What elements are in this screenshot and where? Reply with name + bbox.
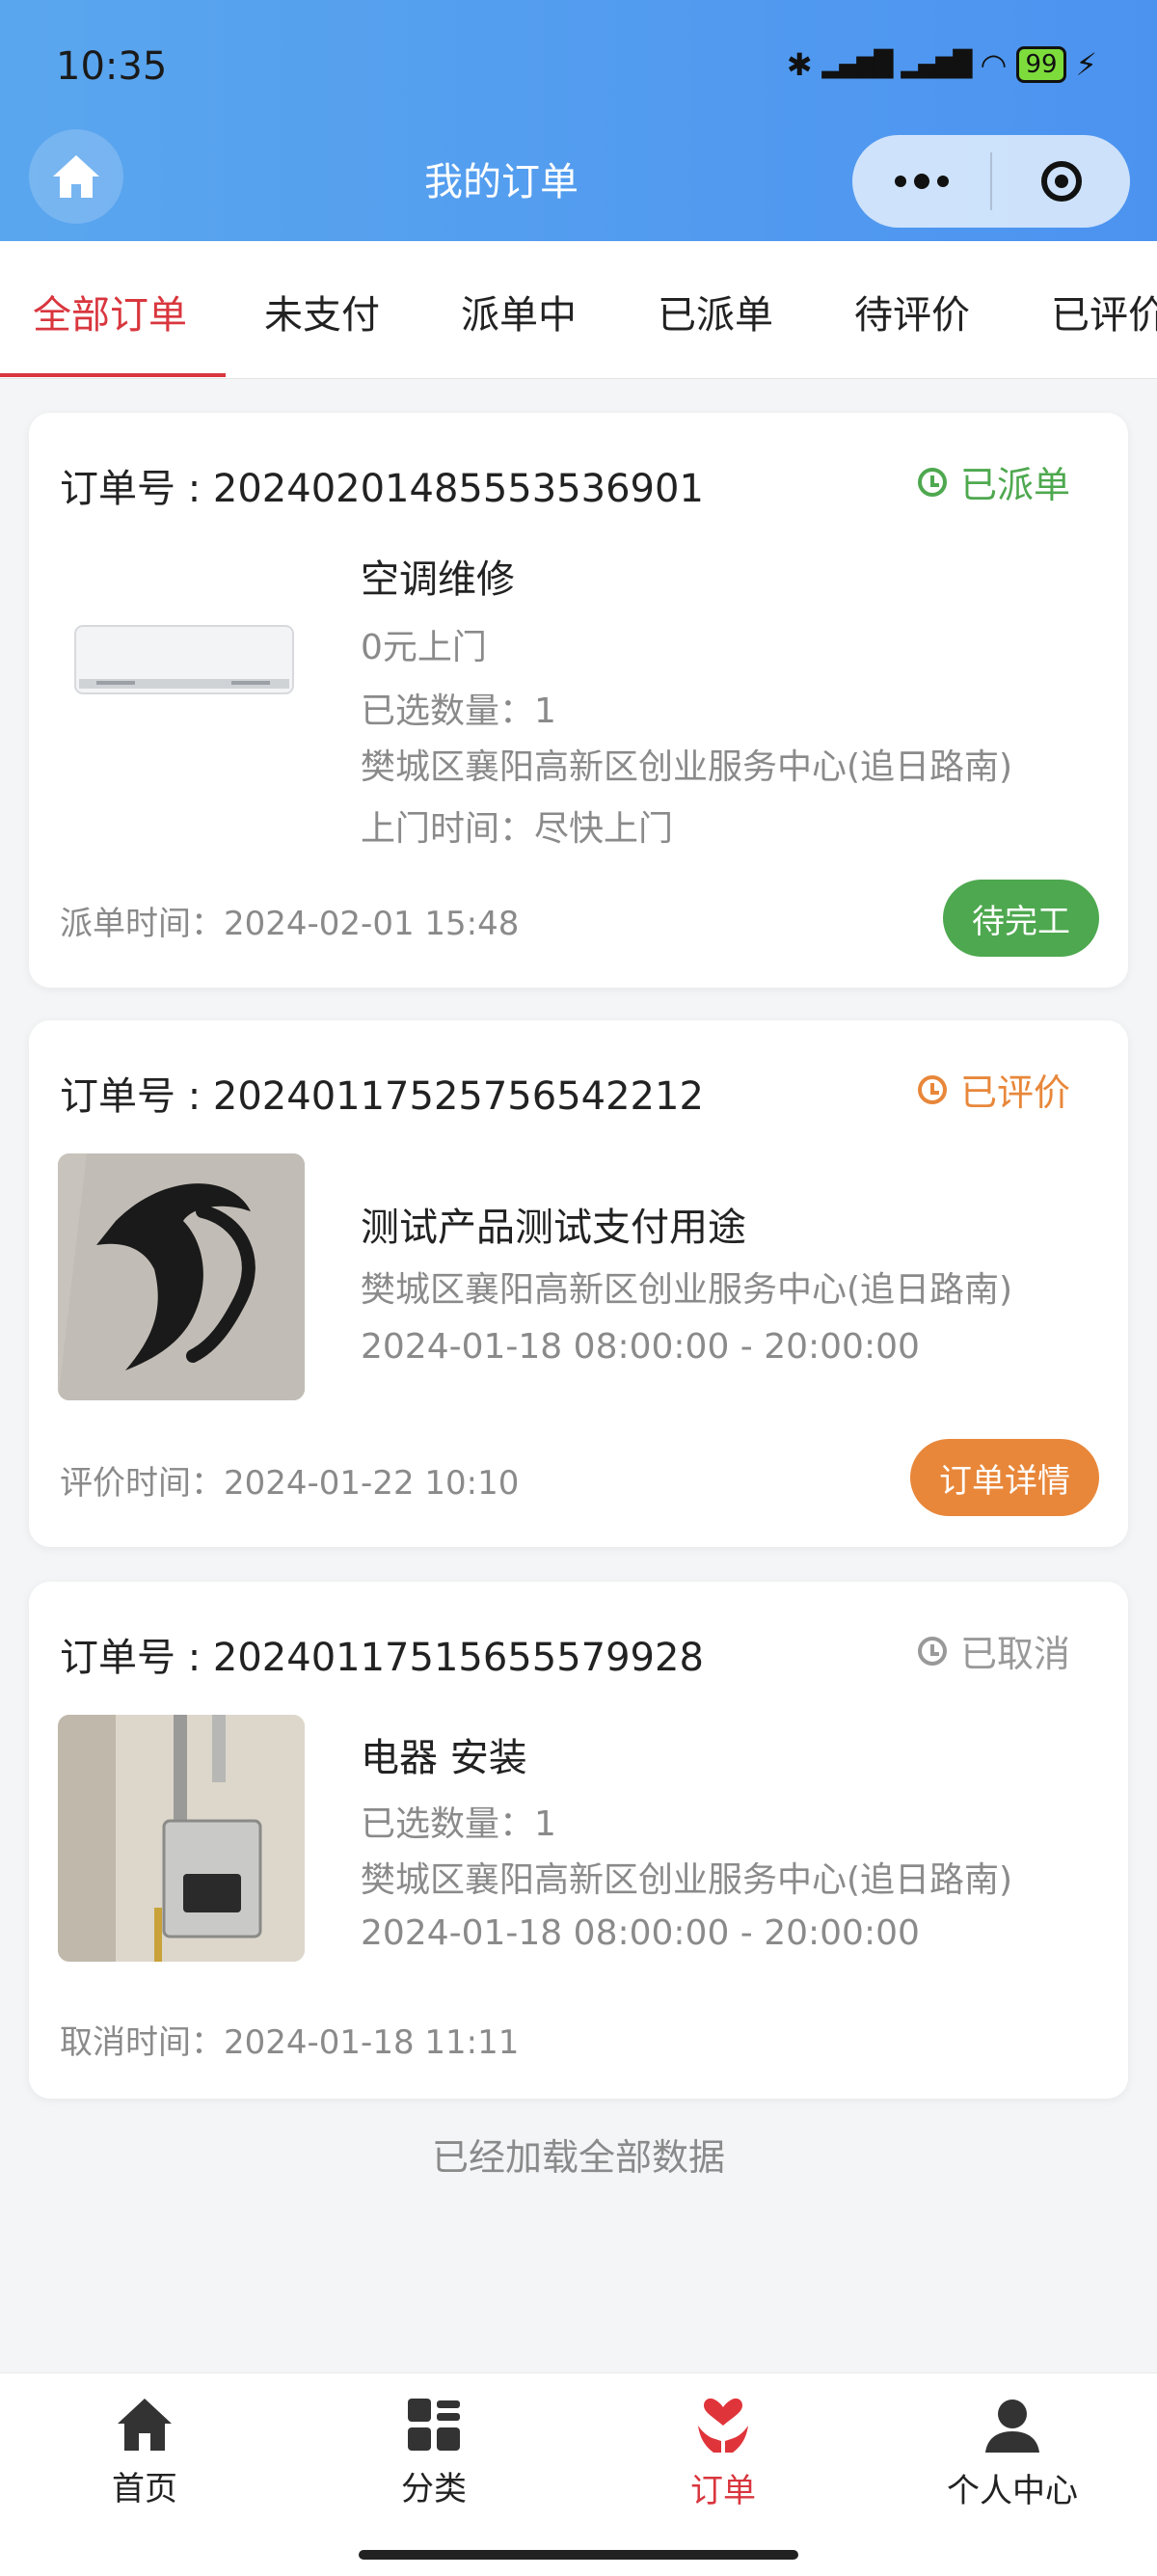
- water-heater-image: [58, 1715, 305, 1962]
- bottom-tab-bar: 首页 分类 订单 个人中心: [0, 2373, 1157, 2576]
- grid-icon: [408, 2399, 460, 2451]
- pending-completion-button[interactable]: 待完工: [943, 880, 1099, 957]
- bottom-tab-home[interactable]: 首页: [0, 2397, 289, 2509]
- product-image: [58, 525, 305, 772]
- bottom-tab-category[interactable]: 分类: [289, 2397, 578, 2509]
- product-title: 电器 安装: [361, 1736, 527, 1780]
- home-indicator: [359, 2550, 798, 2560]
- clock-icon: [917, 467, 947, 497]
- more-dots-icon: [894, 174, 949, 189]
- order-card[interactable]: 订单号 : 20240201485553536901 已派单 空调维修 0元上门…: [29, 413, 1128, 988]
- header: 10:35 ✱ ▂▄▆█ ▂▄▆█ ◠ 99 ⚡ 我的订单: [0, 0, 1157, 241]
- bottom-tab-label: 订单: [690, 2472, 756, 2510]
- bottom-tab-label: 分类: [401, 2470, 467, 2508]
- heart-hands-icon: [698, 2398, 748, 2453]
- tab-dispatching[interactable]: 派单中: [461, 284, 577, 339]
- close-target-icon: [1040, 161, 1082, 202]
- service-time-range: 2024-01-18 08:00:00 - 20:00:00: [361, 1327, 920, 1367]
- cancel-time: 取消时间：2024-01-18 11:11: [60, 2023, 520, 2062]
- tab-unpaid[interactable]: 未支付: [264, 284, 380, 339]
- service-address: 樊城区襄阳高新区创业服务中心(追日路南): [361, 747, 1013, 787]
- wifi-icon: ◠: [980, 46, 1008, 83]
- order-status: 已评价: [917, 1063, 1070, 1116]
- service-address: 樊城区襄阳高新区创业服务中心(追日路南): [361, 1270, 1013, 1310]
- order-tabs: 全部订单 未支付 派单中 已派单 待评价 已评价: [0, 241, 1157, 379]
- tab-all-orders[interactable]: 全部订单: [33, 284, 187, 339]
- service-time-range: 2024-01-18 08:00:00 - 20:00:00: [361, 1913, 920, 1953]
- visit-time: 上门时间：尽快上门: [361, 809, 674, 849]
- clock-icon: [917, 1074, 947, 1104]
- status-time: 10:35: [56, 44, 168, 89]
- battery-level: 99: [1016, 46, 1066, 83]
- bottom-tab-label: 首页: [112, 2470, 177, 2508]
- more-button[interactable]: [852, 135, 990, 228]
- service-address: 樊城区襄阳高新区创业服务中心(追日路南): [361, 1860, 1013, 1900]
- order-number: 订单号 : 20240117515655579928: [60, 1636, 704, 1680]
- review-time: 评价时间：2024-01-22 10:10: [60, 1464, 520, 1503]
- product-image: [58, 1715, 305, 1962]
- product-title: 测试产品测试支付用途: [361, 1206, 746, 1250]
- selected-quantity: 已选数量：1: [361, 691, 556, 731]
- order-number: 订单号 : 20240117525756542212: [60, 1074, 704, 1119]
- product-title: 空调维修: [361, 557, 515, 602]
- selected-quantity: 已选数量：1: [361, 1804, 556, 1844]
- order-card[interactable]: 订单号 : 20240117525756542212 已评价 测试产品测试支付用…: [29, 1020, 1128, 1547]
- product-image: [58, 1153, 305, 1400]
- bottom-tab-orders[interactable]: 订单: [578, 2397, 868, 2511]
- clock-icon: [917, 1636, 947, 1666]
- close-button[interactable]: [992, 135, 1130, 228]
- signal-icon: ▂▄▆█: [821, 50, 894, 79]
- dispatch-time: 派单时间：2024-02-01 15:48: [60, 905, 520, 943]
- air-conditioner-image: [74, 625, 294, 694]
- signal-icon-2: ▂▄▆█: [901, 50, 973, 79]
- bluetooth-icon: ✱: [786, 46, 813, 83]
- bird-logo-image: [58, 1153, 305, 1400]
- order-detail-button[interactable]: 订单详情: [910, 1439, 1099, 1516]
- tab-pending-review[interactable]: 待评价: [854, 284, 970, 339]
- home-icon: [118, 2399, 172, 2451]
- charging-icon: ⚡: [1075, 46, 1097, 83]
- mini-program-capsule: [852, 135, 1130, 228]
- status-icons: ✱ ▂▄▆█ ▂▄▆█ ◠ 99 ⚡: [787, 46, 1097, 83]
- order-card[interactable]: 订单号 : 20240117515655579928 已取消 电器 安装 已选数…: [29, 1582, 1128, 2099]
- order-status: 已派单: [917, 455, 1070, 508]
- order-status: 已取消: [917, 1624, 1070, 1677]
- bottom-tab-profile[interactable]: 个人中心: [868, 2397, 1157, 2511]
- all-data-loaded-text: 已经加载全部数据: [431, 2136, 725, 2179]
- active-tab-indicator: [0, 373, 226, 377]
- user-icon: [985, 2400, 1039, 2453]
- product-price: 0元上门: [361, 628, 487, 667]
- tab-dispatched[interactable]: 已派单: [658, 284, 773, 339]
- bottom-tab-label: 个人中心: [947, 2472, 1078, 2510]
- tab-reviewed[interactable]: 已评价: [1051, 284, 1157, 339]
- order-number: 订单号 : 20240201485553536901: [60, 467, 704, 511]
